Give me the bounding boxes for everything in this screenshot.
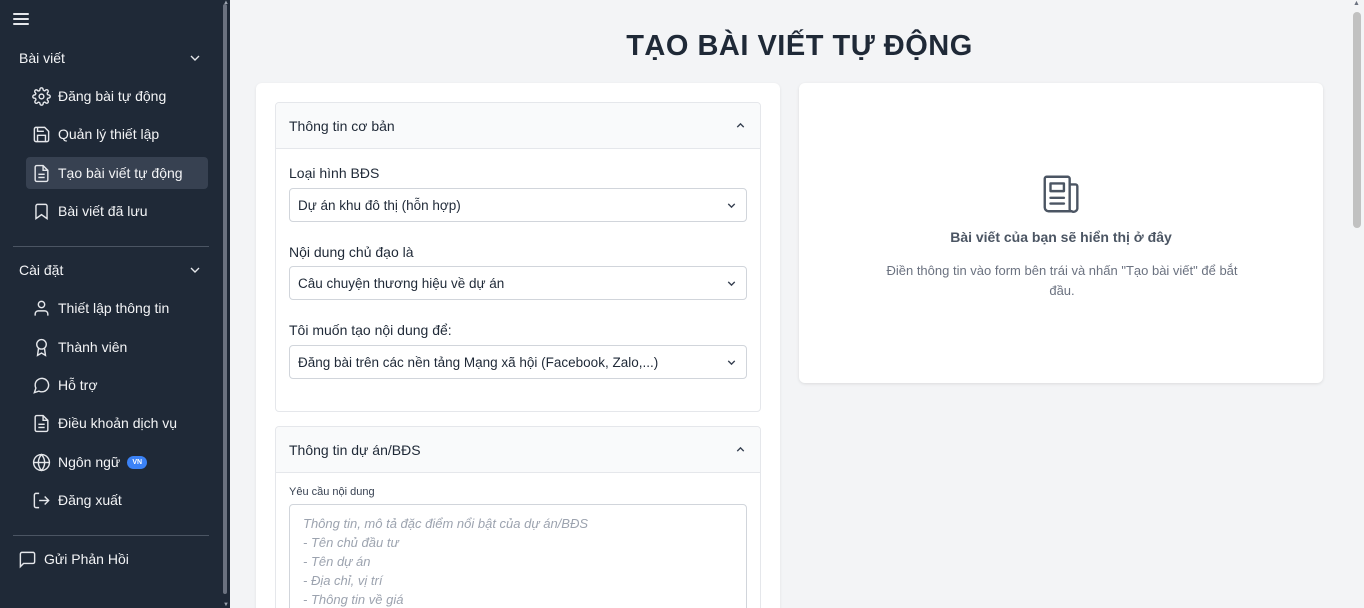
property-type-label: Loại hình BĐS xyxy=(289,165,380,181)
chevron-down-icon xyxy=(727,202,736,208)
section-title: Cài đặt xyxy=(19,262,64,278)
award-icon xyxy=(36,338,47,357)
project-info-header[interactable]: Thông tin dự án/BĐS xyxy=(276,427,760,473)
sidebar-item-thanh-vien[interactable]: Thành viên xyxy=(26,331,208,363)
sidebar-item-label: Quản lý thiết lập xyxy=(58,126,160,142)
preview-description: Điền thông tin vào form bên trái và nhấn… xyxy=(886,263,1238,298)
section-title: Bài viết xyxy=(19,50,65,66)
logout-icon xyxy=(33,492,50,508)
message-square-icon xyxy=(19,551,36,568)
section-cai-dat[interactable]: Cài đặt xyxy=(19,258,203,282)
document-icon xyxy=(34,414,49,432)
sidebar-item-dang-xuat[interactable]: Đăng xuất xyxy=(26,484,208,516)
chevron-up-icon xyxy=(736,122,745,128)
sidebar-item-label: Bài viết đã lưu xyxy=(58,203,148,219)
accordion-title: Thông tin dự án/BĐS xyxy=(289,441,421,458)
document-icon xyxy=(34,164,49,182)
preview-title: Bài viết của bạn sẽ hiển thị ở đây xyxy=(950,229,1172,245)
sidebar-item-label: Đăng bài tự động xyxy=(58,88,167,104)
basic-info-header[interactable]: Thông tin cơ bản xyxy=(276,103,760,149)
sidebar-scrollbar-thumb[interactable] xyxy=(223,4,227,594)
sidebar-item-label: Ngôn ngữ xyxy=(58,454,121,470)
main-content-label: Nội dung chủ đạo là xyxy=(289,244,414,260)
feedback-label: Gửi Phản Hồi xyxy=(44,551,129,567)
sidebar-item-label: Hỗ trợ xyxy=(58,377,98,393)
menu-toggle-icon[interactable] xyxy=(13,13,29,27)
gear-icon xyxy=(32,86,51,106)
page-scrollbar-thumb[interactable] xyxy=(1353,12,1361,228)
sidebar-item-quan-ly[interactable]: Quản lý thiết lập xyxy=(26,118,208,150)
sidebar-item-ngon-ngu[interactable]: Ngôn ngữ VN xyxy=(26,446,208,478)
sidebar-item-label: Tạo bài viết tự động xyxy=(58,165,183,181)
content-requirement-textarea[interactable]: Thông tin, mô tả đặc điểm nổi bật của dự… xyxy=(289,504,747,608)
sidebar-item-label: Thiết lập thông tin xyxy=(58,300,170,316)
language-badge: VN xyxy=(127,455,148,469)
section-bai-viet[interactable]: Bài viết xyxy=(19,46,203,70)
page-scrollbar[interactable]: ▲ xyxy=(1350,0,1364,608)
bookmark-icon xyxy=(35,203,48,220)
sidebar-item-label: Điều khoản dịch vụ xyxy=(58,415,178,431)
sidebar-item-dang-bai[interactable]: Đăng bài tự động xyxy=(26,80,208,112)
feedback-button[interactable]: Gửi Phản Hồi xyxy=(18,547,129,571)
select-value: Đăng bài trên các nền tảng Mạng xã hội (… xyxy=(298,354,659,370)
chat-bubble-icon xyxy=(33,377,50,394)
chevron-down-icon xyxy=(190,267,200,273)
chevron-down-icon xyxy=(190,55,200,61)
sidebar-item-label: Đăng xuất xyxy=(58,492,122,508)
newspaper-icon xyxy=(1043,175,1079,213)
purpose-select[interactable]: Đăng bài trên các nền tảng Mạng xã hội (… xyxy=(289,345,747,379)
sidebar-item-thiet-lap-thong-tin[interactable]: Thiết lập thông tin xyxy=(26,292,208,324)
sidebar-scrollbar[interactable]: ▲ ▼ xyxy=(222,0,230,608)
sidebar-item-tao-bai-viet[interactable]: Tạo bài viết tự động xyxy=(26,157,208,189)
scroll-up-arrow-icon[interactable]: ▲ xyxy=(1353,0,1360,7)
property-type-select[interactable]: Dự án khu đô thị (hỗn hợp) xyxy=(289,188,747,222)
purpose-label: Tôi muốn tạo nội dung để: xyxy=(289,322,452,338)
sidebar-divider xyxy=(13,246,209,247)
globe-icon xyxy=(32,453,51,471)
main-content-select[interactable]: Câu chuyện thương hiệu về dự án xyxy=(289,266,747,300)
user-icon xyxy=(34,300,49,316)
scroll-down-arrow-icon[interactable]: ▼ xyxy=(223,602,229,608)
select-value: Câu chuyện thương hiệu về dự án xyxy=(298,275,505,291)
preview-card: Bài viết của bạn sẽ hiển thị ở đây Điền … xyxy=(799,83,1323,383)
sidebar: Bài viết Đăng bài tự động Quản lý thiết … xyxy=(0,0,222,608)
sidebar-item-dieu-khoan[interactable]: Điều khoản dịch vụ xyxy=(26,407,208,439)
chevron-down-icon xyxy=(727,280,736,286)
sidebar-item-ho-tro[interactable]: Hỗ trợ xyxy=(26,369,208,401)
accordion-title: Thông tin cơ bản xyxy=(289,117,395,134)
chevron-down-icon xyxy=(727,359,736,365)
sidebar-item-label: Thành viên xyxy=(58,339,128,355)
select-value: Dự án khu đô thị (hỗn hợp) xyxy=(298,197,461,213)
chevron-up-icon xyxy=(736,446,745,452)
page-title: TẠO BÀI VIẾT TỰ ĐỘNG xyxy=(626,30,973,62)
sidebar-divider xyxy=(13,535,209,536)
sidebar-item-bai-viet-da-luu[interactable]: Bài viết đã lưu xyxy=(26,195,208,227)
content-requirement-label: Yêu cầu nội dung xyxy=(289,486,375,498)
save-icon xyxy=(33,126,50,142)
